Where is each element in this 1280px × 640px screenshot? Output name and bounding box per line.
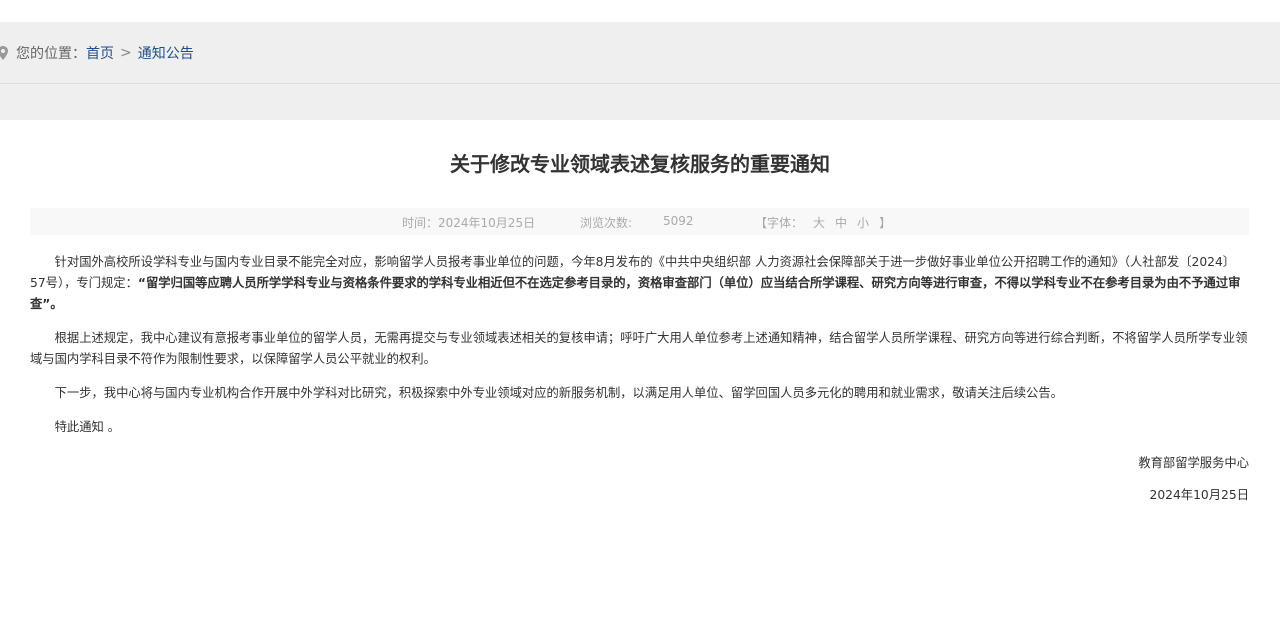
publish-time: 时间：2024年10月25日 [402,216,536,230]
font-size-close-bracket: 】 [879,216,892,230]
breadcrumb: 您的位置： 首页 > 通知公告 [0,22,1280,84]
article-paragraph-4: 特此通知 。 [54,420,120,434]
view-count-label: 浏览次数: [580,216,633,230]
paragraph-1-end: 。 [50,297,63,311]
breadcrumb-home-link[interactable]: 首页 [86,43,114,63]
font-size-small-button[interactable]: 小 [857,214,869,231]
font-size-large-button[interactable]: 大 [813,214,825,231]
article-meta-bar: 时间：2024年10月25日 浏览次数: 5092 【字体： 大 中 小 】 [30,208,1249,235]
breadcrumb-separator: > [120,44,132,61]
article-paragraph-2: 根据上述规定，我中心建议有意报考事业单位的留学人员，无需再提交与专业领域表述相关… [30,331,1248,366]
breadcrumb-current-link[interactable]: 通知公告 [138,43,194,63]
font-size-selector: 【字体： 大 中 小 】 [755,214,891,231]
page-title: 关于修改专业领域表述复核服务的重要通知 [450,152,830,176]
article-body: 针对国外高校所设学科专业与国内专业目录不能完全对应，影响留学人员报考事业单位的问… [30,252,1249,451]
article-paragraph-1: 针对国外高校所设学科专业与国内专业目录不能完全对应，影响留学人员报考事业单位的问… [30,252,1249,315]
font-size-medium-button[interactable]: 中 [835,214,847,231]
location-pin-icon [0,45,8,60]
font-size-label: 【字体： [755,216,804,230]
paragraph-1-bold-quote: “留学归国等应聘人员所学学科专业与资格条件要求的学科专业相近但不在选定参考目录的… [30,276,1241,311]
signature-organization: 教育部留学服务中心 [1138,456,1249,470]
breadcrumb-prefix: 您的位置： [16,45,86,62]
article-paragraph-3: 下一步，我中心将与国内专业机构合作开展中外学科对比研究，积极探索中外专业领域对应… [54,386,1063,400]
signature-date: 2024年10月25日 [1149,488,1249,502]
view-count-value: 5092 [663,214,694,228]
breadcrumb-band: 您的位置： 首页 > 通知公告 [0,22,1280,120]
